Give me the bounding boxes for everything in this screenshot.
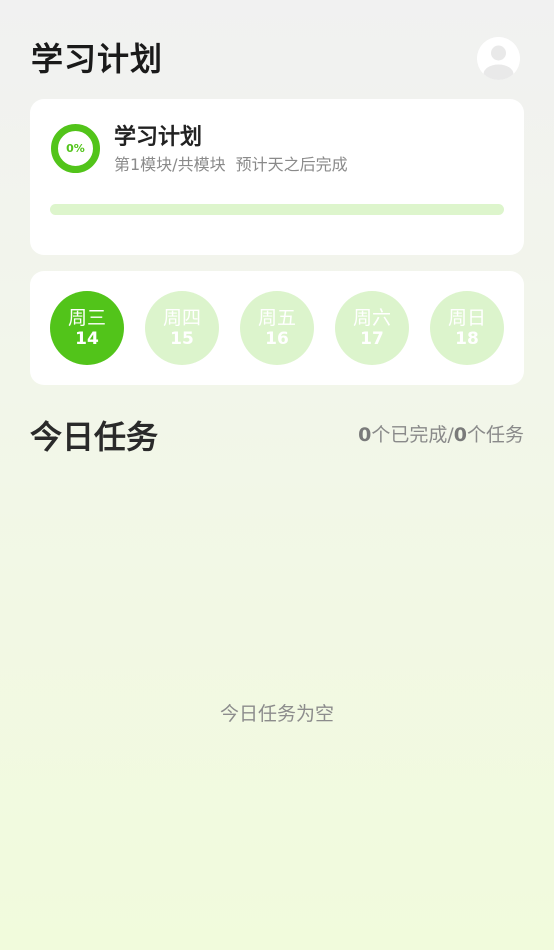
progress-percent: 0% xyxy=(66,142,85,155)
total-suffix: 个任务 xyxy=(466,424,524,446)
day-weekday: 周三 xyxy=(67,307,106,329)
day-item[interactable]: 周五 16 xyxy=(240,291,314,365)
eta-text: 预计天之后完成 xyxy=(235,155,348,174)
day-weekday: 周五 xyxy=(257,307,296,329)
progress-bar xyxy=(50,204,504,215)
day-date: 14 xyxy=(75,329,99,349)
day-date: 16 xyxy=(265,329,289,349)
day-weekday: 周四 xyxy=(162,307,201,329)
plan-card[interactable]: 0% 学习计划 第1模块/共模块 预计天之后完成 xyxy=(30,99,524,255)
day-date: 15 xyxy=(170,329,194,349)
day-date: 17 xyxy=(360,329,384,349)
total-count: 0 xyxy=(453,424,467,446)
tasks-section-title: 今日任务 xyxy=(30,418,159,456)
week-day-selector: 周三 14 周四 15 周五 16 周六 17 周日 18 xyxy=(30,271,524,385)
plan-name: 学习计划 xyxy=(114,125,203,150)
page-title: 学习计划 xyxy=(31,40,164,78)
completed-count: 0 xyxy=(358,424,372,446)
module-progress-text: 第1模块/共模块 xyxy=(114,155,226,174)
avatar-icon[interactable] xyxy=(477,37,520,80)
day-item[interactable]: 周六 17 xyxy=(335,291,409,365)
day-item[interactable]: 周四 15 xyxy=(145,291,219,365)
plan-subtitle: 第1模块/共模块 预计天之后完成 xyxy=(114,151,358,175)
tasks-count: 0个已完成/0个任务 xyxy=(358,420,524,447)
day-date: 18 xyxy=(455,329,479,349)
day-item[interactable]: 周日 18 xyxy=(430,291,504,365)
day-weekday: 周日 xyxy=(447,307,486,329)
day-item[interactable]: 周三 14 xyxy=(50,291,124,365)
empty-state-text: 今日任务为空 xyxy=(219,703,334,725)
day-weekday: 周六 xyxy=(352,307,391,329)
completed-suffix: 个已完成/ xyxy=(371,424,454,446)
